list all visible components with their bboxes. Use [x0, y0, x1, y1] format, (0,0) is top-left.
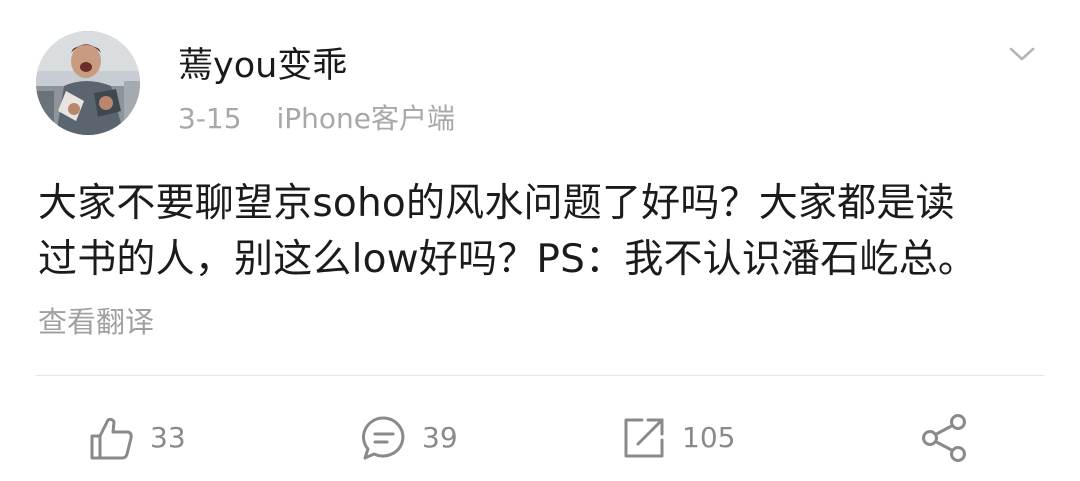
thumbs-up-icon [88, 414, 136, 462]
repost-icon [620, 414, 668, 462]
username[interactable]: 蔫you变乖 [178, 44, 347, 88]
comment-icon [360, 414, 408, 462]
comment-count: 39 [422, 421, 458, 454]
divider [36, 375, 1044, 376]
weibo-post-card: 蔫you变乖 3-15 iPhone客户端 大家不要聊望京soho的风水问题了好… [0, 0, 1080, 481]
translate-link[interactable]: 查看翻译 [38, 302, 154, 342]
post-text-line: 大家不要聊望京soho的风水问题了好吗？大家都是读 [38, 181, 955, 226]
like-count: 33 [150, 421, 186, 454]
share-button[interactable] [920, 408, 970, 468]
post-date: 3-15 [178, 102, 242, 135]
comment-button[interactable]: 39 [360, 408, 458, 468]
share-icon [920, 413, 970, 463]
repost-button[interactable]: 105 [620, 408, 735, 468]
post-source: iPhone客户端 [276, 102, 455, 135]
avatar[interactable] [36, 31, 140, 135]
chevron-down-icon[interactable] [1008, 44, 1036, 64]
repost-count: 105 [682, 421, 736, 454]
post-text-line: 过书的人，别这么low好吗？PS：我不认识潘石屹总。 [38, 237, 978, 282]
post-text: 大家不要聊望京soho的风水问题了好吗？大家都是读 过书的人，别这么low好吗？… [38, 176, 1048, 288]
post-meta: 3-15 iPhone客户端 [178, 100, 455, 138]
like-button[interactable]: 33 [88, 408, 186, 468]
